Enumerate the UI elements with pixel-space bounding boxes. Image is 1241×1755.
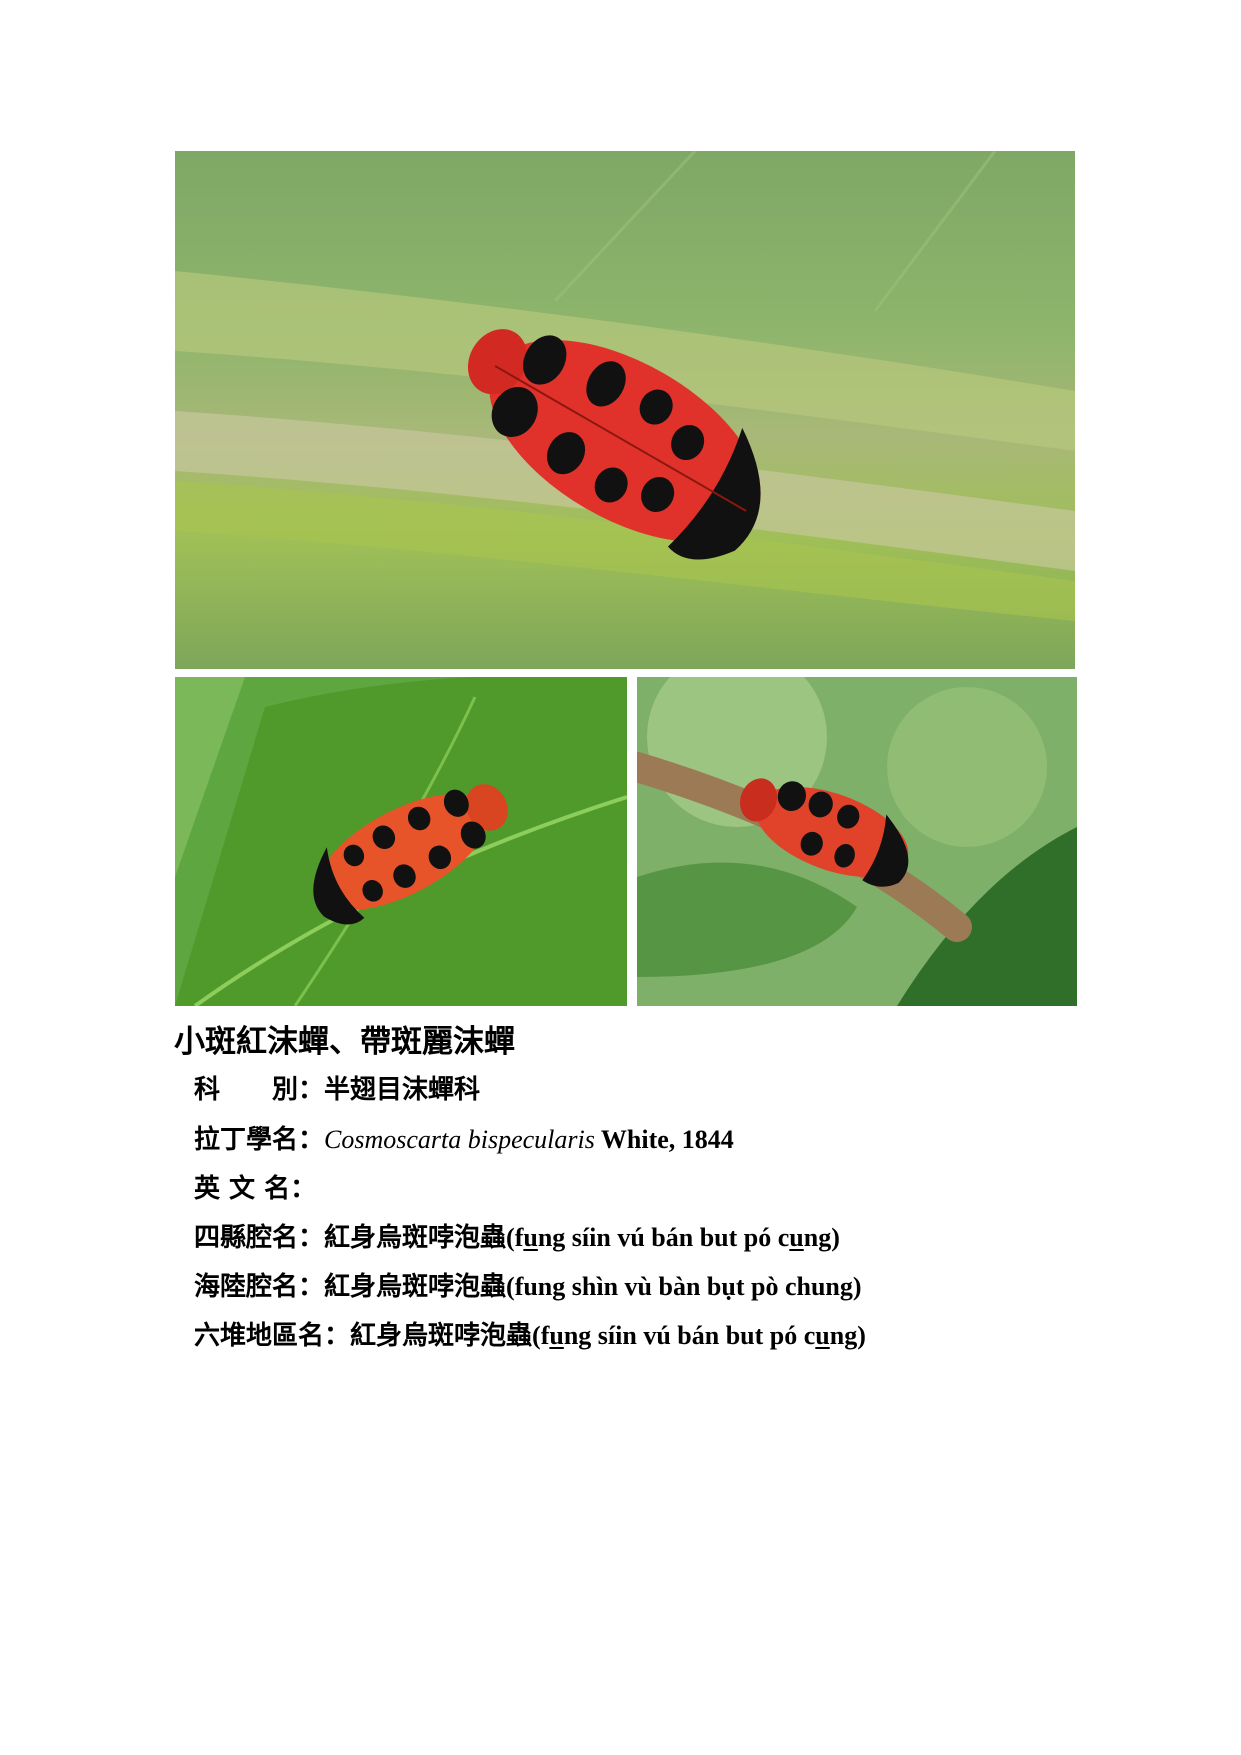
- family-row: 科 別：半翅目沫蟬科: [194, 1066, 866, 1115]
- family-value: 半翅目沫蟬科: [324, 1075, 481, 1105]
- sixian-name-row: 四縣腔名：紅身烏斑哱泡蟲(fung síin vú bán but pó cun…: [194, 1213, 866, 1262]
- english-name-row: 英 文 名：: [194, 1164, 866, 1213]
- latin-name-label: 拉丁學名：: [194, 1125, 325, 1155]
- liudui-hakka-name: 紅身烏斑哱泡蟲: [350, 1321, 533, 1351]
- latin-name-value: Cosmoscarta bispecularis: [324, 1125, 595, 1154]
- latin-name-author: White, 1844: [594, 1125, 734, 1154]
- sixian-hakka-name: 紅身烏斑哱泡蟲: [324, 1223, 507, 1253]
- liudui-name-row: 六堆地區名：紅身烏斑哱泡蟲(fung síin vú bán but pó cu…: [194, 1311, 866, 1360]
- photo-insect-on-stem: [637, 677, 1077, 1006]
- sixian-romanization: (fung síin vú bán but pó cung): [506, 1223, 840, 1252]
- hailu-label: 海陸腔名：: [194, 1272, 325, 1302]
- species-title: 小斑紅沫蟬、帶斑麗沫蟬: [174, 1024, 515, 1060]
- hailu-hakka-name: 紅身烏斑哱泡蟲: [324, 1272, 507, 1302]
- hailu-name-row: 海陸腔名：紅身烏斑哱泡蟲(fung shìn vù bàn bụt pò chu…: [194, 1262, 866, 1311]
- liudui-label: 六堆地區名：: [194, 1321, 351, 1351]
- latin-name-row: 拉丁學名：Cosmoscarta bispecularis White, 184…: [194, 1115, 866, 1164]
- sixian-label: 四縣腔名：: [194, 1223, 325, 1253]
- family-label: 科 別：: [194, 1075, 325, 1105]
- liudui-romanization: (fung síin vú bán but pó cung): [532, 1321, 866, 1350]
- photo-insect-on-leaf-midrib: [175, 151, 1075, 669]
- hailu-romanization: (fung shìn vù bàn bụt pò chung): [506, 1272, 862, 1301]
- species-info: 科 別：半翅目沫蟬科 拉丁學名：Cosmoscarta bispecularis…: [194, 1066, 866, 1360]
- photo-insect-on-green-leaf: [175, 677, 627, 1006]
- english-name-label: 英 文 名：: [194, 1174, 317, 1204]
